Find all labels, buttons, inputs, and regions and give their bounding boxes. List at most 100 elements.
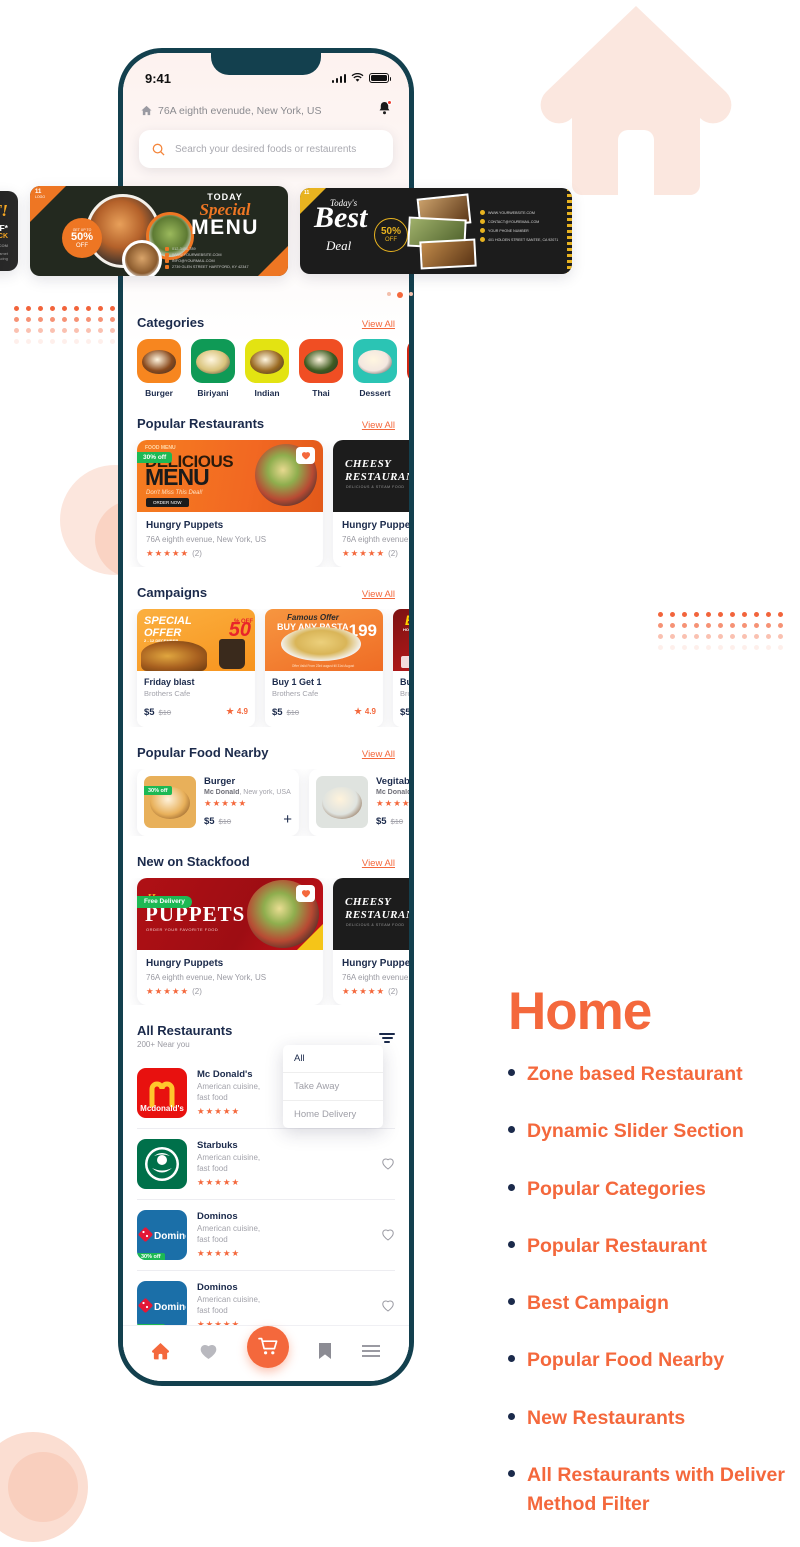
dropdown-option-home-delivery[interactable]: Home Delivery xyxy=(283,1101,383,1128)
pasta-image xyxy=(281,627,361,661)
favorite-button[interactable] xyxy=(296,884,315,902)
bottom-navigation[interactable] xyxy=(123,1325,409,1381)
restaurant-logo: Domino's30% off xyxy=(137,1280,187,1331)
nav-home-button[interactable] xyxy=(151,1342,170,1365)
corner-accent xyxy=(297,923,323,950)
banner-carousel[interactable]: HOT! UP TO 40% OFF* + 5% CASHBACK WWW.FA… xyxy=(0,183,690,279)
star-icon: ★ xyxy=(197,1106,205,1117)
restaurant-cuisine: American cuisine, fast food xyxy=(197,1224,261,1245)
restaurant-card[interactable]: FOOD MENU DELICIOUS MENU Don't Miss This De… xyxy=(137,440,323,567)
restaurant-address: 76A eighth evenue, New York, US xyxy=(342,972,409,982)
banner-best-deal[interactable]: 11 Today's Best Deal 50% OFF WWW.YOURWEBS… xyxy=(300,188,572,274)
popular-food-row[interactable]: 30% off Burger Mc Donald, New york, USA ★ ★ ★… xyxy=(123,769,409,836)
restaurant-card[interactable]: HungryPUPPETSORDER YOUR FAVORITE FOODFre… xyxy=(137,877,323,1005)
nav-cart-button[interactable] xyxy=(246,1325,289,1368)
carousel-pagination[interactable] xyxy=(0,292,800,298)
restaurant-list-item[interactable]: Starbuks American cuisine, fast food ★ ★ ★ ★ ★ xyxy=(137,1129,395,1200)
category-item-burger[interactable]: Burger xyxy=(137,339,181,398)
banner-stripe-accent xyxy=(567,188,572,274)
food-card[interactable]: Vegitable RollMc Donald, New york, USA★★… xyxy=(309,769,409,836)
category-food-icon xyxy=(358,349,392,374)
banner-corner-accent xyxy=(258,246,288,276)
feature-item: Popular Restaurant xyxy=(508,1232,800,1261)
mail-icon xyxy=(480,219,485,224)
mcdonalds-logo-icon: Mcdonald's xyxy=(140,1081,184,1113)
promo-badge: Free Delivery xyxy=(137,895,192,908)
banner-tagline: Don't Miss This Deal! xyxy=(146,490,203,496)
star-icon: ★ xyxy=(221,798,229,808)
restaurant-card[interactable]: CHEESYRESTAURANTDELICIOUS & STEAM FOOD40… xyxy=(333,440,409,567)
bullet-icon xyxy=(508,1469,515,1477)
category-item-indian[interactable]: Indian xyxy=(245,339,289,398)
campaign-card[interactable]: BURGERHOT & SPICY50% Buy 1 Get 1 Brothers … xyxy=(393,609,409,727)
food-old-price: $10 xyxy=(390,816,404,826)
campaign-rating: ★ 4.9 xyxy=(226,705,248,716)
nav-menu-button[interactable] xyxy=(361,1344,381,1363)
campaigns-header: Campaigns View All xyxy=(123,585,409,600)
address-bar[interactable]: 76A eighth evenude, New York, US xyxy=(123,93,409,120)
wifi-icon xyxy=(351,73,364,82)
categories-row[interactable]: BurgerBiriyaniIndianThaiDessertPastaPizz… xyxy=(123,339,409,398)
banner-eyebrow: FOOD MENU xyxy=(145,445,176,451)
star-icon: ★ xyxy=(163,985,171,996)
view-all-categories[interactable]: View All xyxy=(362,319,395,330)
campaign-image: BURGERHOT & SPICY50% xyxy=(393,609,409,671)
star-icon: ★ xyxy=(205,1106,214,1117)
restaurant-card[interactable]: CHEESYRESTAURANTDELICIOUS & STEAM FOOD40… xyxy=(333,877,409,1005)
banner-line1: CHEESY xyxy=(345,895,392,908)
favorite-button[interactable] xyxy=(296,447,315,464)
banner-today-special[interactable]: 11 LOGO GET UP TO 50% OFF TODAY Special M… xyxy=(30,186,288,276)
campaign-subtitle: Brothers Cafe xyxy=(272,689,319,698)
view-all-campaigns[interactable]: View All xyxy=(362,589,395,600)
favorite-button[interactable] xyxy=(381,1157,395,1170)
food-card[interactable]: 30% off Burger Mc Donald, New york, USA ★ ★ ★… xyxy=(137,769,299,836)
star-icon: ★ xyxy=(384,798,393,808)
view-all-popular-restaurants[interactable]: View All xyxy=(362,420,395,431)
category-item-dessert[interactable]: Dessert xyxy=(353,339,397,398)
campaign-old-price: $10 xyxy=(158,708,172,717)
campaigns-row[interactable]: SPECIAL OFFER 50% OFF 2 - 12 DECEMBER Friday… xyxy=(123,609,409,727)
star-icon: ★ xyxy=(342,985,350,996)
pagination-dot[interactable] xyxy=(409,292,413,296)
add-to-cart-button[interactable]: + xyxy=(283,812,292,827)
restaurant-list-item[interactable]: Domino's 30% off DominosAmerican cuisine,f… xyxy=(137,1200,395,1271)
popular-restaurants-row[interactable]: FOOD MENU DELICIOUS MENU Don't Miss This De… xyxy=(123,440,409,567)
star-icon: ★ xyxy=(231,1248,240,1259)
star-icon: ★ xyxy=(376,798,384,808)
category-item-biriyani[interactable]: Biriyani xyxy=(191,339,235,398)
nav-bookmark-button[interactable] xyxy=(318,1342,332,1365)
search-input[interactable]: Search your desired foods or restaurents xyxy=(139,130,393,168)
restaurant-address: 76A eighth evenue, New York, US xyxy=(146,972,267,982)
favorite-button[interactable] xyxy=(381,1228,395,1241)
svg-text:Mcdonald's: Mcdonald's xyxy=(140,1104,184,1113)
view-all-new-stackfood[interactable]: View All xyxy=(362,858,395,869)
star-icon: ★ xyxy=(350,985,359,996)
campaign-card[interactable]: SPECIAL OFFER 50% OFF 2 - 12 DECEMBER Friday… xyxy=(137,609,255,727)
banner-line2: RESTAURANT xyxy=(345,908,409,921)
dropdown-option-take-away[interactable]: Take Away xyxy=(283,1073,383,1101)
category-item-thai[interactable]: Thai xyxy=(299,339,343,398)
view-all-popular-food[interactable]: View All xyxy=(362,749,395,760)
section-title: Campaigns xyxy=(137,585,208,600)
nav-favorites-button[interactable] xyxy=(199,1343,218,1365)
banner-hot[interactable]: HOT! UP TO 40% OFF* + 5% CASHBACK WWW.FA… xyxy=(0,191,18,271)
pagination-dot[interactable] xyxy=(397,292,403,298)
banner-line3: DELICIOUS & STEAM FOOD xyxy=(346,922,405,927)
notification-button[interactable] xyxy=(378,100,392,120)
star-icon: ★ xyxy=(180,985,189,996)
category-item-pasta[interactable]: Pasta xyxy=(407,339,409,398)
new-stackfood-row[interactable]: HungryPUPPETSORDER YOUR FAVORITE FOODFre… xyxy=(123,877,409,1005)
delivery-method-dropdown[interactable]: All Take Away Home Delivery xyxy=(283,1044,383,1128)
star-icon: ★ xyxy=(231,1177,240,1188)
bullet-icon xyxy=(508,1069,515,1076)
star-icon: ★ xyxy=(222,1106,231,1117)
pagination-dot[interactable] xyxy=(387,292,391,296)
dropdown-option-all[interactable]: All xyxy=(283,1045,383,1073)
filter-icon[interactable] xyxy=(379,1032,395,1043)
dominos-logo-icon: Domino's xyxy=(138,1298,186,1313)
favorite-button[interactable] xyxy=(381,1299,395,1312)
category-image xyxy=(245,339,289,383)
campaign-card[interactable]: Famous OfferBUY ANY PASTA199Offer Valid … xyxy=(265,609,383,727)
section-title: New on Stackfood xyxy=(137,853,250,869)
scroll-content[interactable]: Categories View All Burger Biriyani Indian… xyxy=(123,315,409,1331)
